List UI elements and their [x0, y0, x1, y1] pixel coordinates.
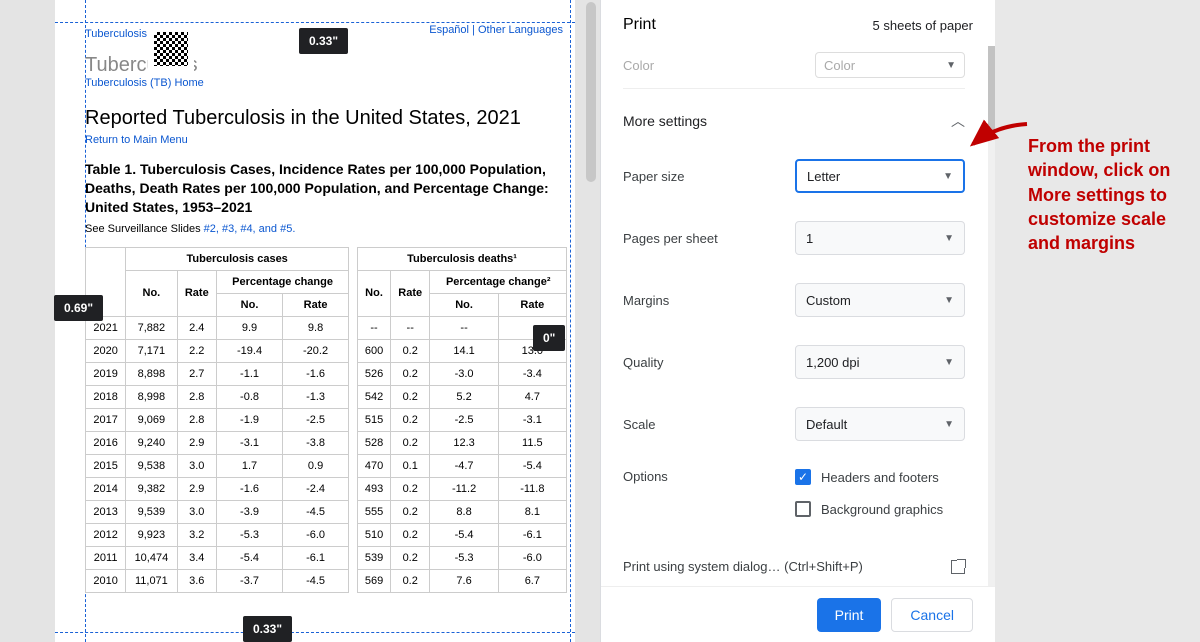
headers-footers-label: Headers and footers: [821, 470, 939, 485]
pages-per-sheet-select[interactable]: 1▼: [795, 221, 965, 255]
headers-footers-checkbox[interactable]: ✓: [795, 469, 811, 485]
print-dialog: Print 5 sheets of paper Color Color▼ Mor…: [600, 0, 995, 642]
table-row: 20139,5393.0-3.9-4.55550.28.88.1: [86, 500, 567, 523]
preview-page: Español | Other Languages Tuberculosis (…: [55, 0, 575, 642]
language-links: Español | Other Languages: [429, 24, 563, 36]
quality-select[interactable]: 1,200 dpi▼: [795, 345, 965, 379]
annotation-arrow-icon: [965, 116, 1035, 156]
table-row: 20179,0692.8-1.9-2.55150.2-2.5-3.1: [86, 408, 567, 431]
scale-label: Scale: [623, 417, 656, 432]
table-row: 20129,9233.2-5.3-6.05100.2-5.4-6.1: [86, 523, 567, 546]
background-graphics-checkbox[interactable]: [795, 501, 811, 517]
breadcrumb-tb-home[interactable]: Tuberculosis (TB) Home: [85, 77, 571, 89]
background-graphics-label: Background graphics: [821, 502, 943, 517]
group-cases: Tuberculosis cases: [126, 247, 349, 270]
qr-code: [148, 26, 194, 72]
margin-top-badge[interactable]: 0.33": [299, 28, 348, 54]
return-link[interactable]: Return to Main Menu: [85, 134, 571, 146]
open-external-icon: [951, 560, 965, 574]
group-deaths: Tuberculosis deaths¹: [358, 247, 567, 270]
table-row: 20217,8822.49.99.8------: [86, 316, 567, 339]
sheet-count: 5 sheets of paper: [873, 18, 973, 33]
margin-right-badge[interactable]: 0": [533, 325, 565, 351]
margins-select[interactable]: Custom▼: [795, 283, 965, 317]
table-row: 201110,4743.4-5.4-6.15390.2-5.3-6.0: [86, 546, 567, 569]
chevron-up-icon: ︿: [951, 111, 965, 131]
pages-per-sheet-label: Pages per sheet: [623, 231, 718, 246]
quality-label: Quality: [623, 355, 663, 370]
print-button[interactable]: Print: [817, 598, 882, 632]
margins-label: Margins: [623, 293, 669, 308]
table-row: 20149,3822.9-1.6-2.44930.2-11.2-11.8: [86, 477, 567, 500]
scale-select[interactable]: Default▼: [795, 407, 965, 441]
margin-left-badge[interactable]: 0.69": [54, 295, 103, 321]
table-row: 20198,8982.7-1.1-1.65260.2-3.0-3.4: [86, 362, 567, 385]
table-row: 201011,0713.6-3.7-4.55690.27.66.7: [86, 569, 567, 592]
tb-data-table: Tuberculosis cases Tuberculosis deaths¹ …: [85, 247, 567, 593]
page-title: Reported Tuberculosis in the United Stat…: [85, 107, 571, 130]
system-dialog-link[interactable]: Print using system dialog… (Ctrl+Shift+P…: [623, 559, 965, 574]
table-row: 20188,9982.8-0.8-1.35420.25.24.7: [86, 385, 567, 408]
more-settings-toggle[interactable]: More settings ︿: [623, 89, 965, 145]
other-languages-link[interactable]: Other Languages: [478, 24, 563, 36]
table-row: 20169,2402.9-3.1-3.85280.212.311.5: [86, 431, 567, 454]
preview-scrollbar[interactable]: [586, 2, 596, 182]
margin-bottom-badge[interactable]: 0.33": [243, 616, 292, 642]
slides-note: See Surveillance Slides #2, #3, #4, and …: [85, 223, 571, 235]
options-label: Options: [623, 469, 668, 484]
table-row: 20207,1712.2-19.4-20.26000.214.113.0: [86, 339, 567, 362]
margin-guide-top[interactable]: [55, 22, 575, 23]
table-title: Table 1. Tuberculosis Cases, Incidence R…: [85, 160, 571, 217]
color-row: Color Color▼: [623, 46, 965, 89]
dialog-title: Print: [623, 16, 656, 34]
annotation-text: From the print window, click on More set…: [1028, 134, 1193, 255]
print-preview-pane: Español | Other Languages Tuberculosis (…: [0, 0, 600, 642]
paper-size-label: Paper size: [623, 169, 684, 184]
color-select[interactable]: Color▼: [815, 52, 965, 78]
espanol-link[interactable]: Español: [429, 24, 469, 36]
margin-guide-bottom[interactable]: [55, 632, 575, 633]
cancel-button[interactable]: Cancel: [891, 598, 973, 632]
table-row: 20159,5383.01.70.94700.1-4.7-5.4: [86, 454, 567, 477]
paper-size-select[interactable]: Letter▼: [795, 159, 965, 193]
